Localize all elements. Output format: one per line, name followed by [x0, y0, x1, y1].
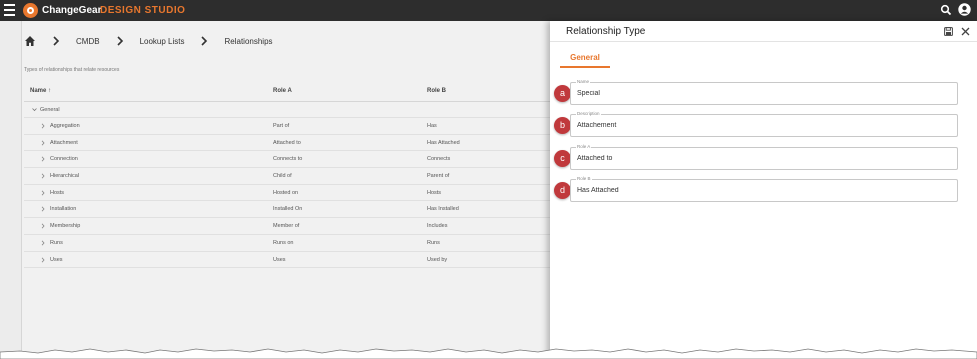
chevron-right-icon: [41, 156, 45, 162]
chevron-right-icon: [53, 36, 60, 46]
cell-role-a: Child of: [273, 173, 292, 180]
cell-role-b: Includes: [427, 223, 448, 230]
brand-name: ChangeGear: [42, 5, 102, 16]
list-description: Types of relationships that relate resou…: [24, 67, 120, 73]
chevron-right-icon: [116, 36, 123, 46]
left-gutter: [0, 21, 22, 359]
chevron-right-icon: [41, 240, 45, 246]
group-label: General: [40, 107, 60, 113]
description-label: Description: [576, 111, 601, 116]
table-row[interactable]: Aggregation Part of Has: [24, 118, 550, 135]
chevron-right-icon: [41, 257, 45, 262]
chevron-right-icon: [201, 36, 208, 46]
cell-role-a: Runs on: [273, 239, 294, 246]
cell-name: Hosts: [50, 189, 65, 196]
table-row[interactable]: Runs Runs on Runs: [24, 235, 550, 252]
cell-name: Aggregation: [50, 123, 80, 129]
annotation-badge: c: [554, 150, 571, 167]
cell-name: Runs: [50, 239, 63, 246]
name-field[interactable]: Name: [570, 79, 958, 105]
top-bar: ChangeGear DESIGN STUDIO: [0, 0, 977, 21]
cell-role-a: Installed On: [273, 206, 303, 213]
cell-role-b: Has Installed: [427, 206, 459, 213]
user-account-icon[interactable]: [958, 3, 971, 16]
role-b-field[interactable]: Role B: [570, 176, 958, 202]
description-field[interactable]: Description: [570, 111, 958, 137]
cell-name: Installation: [50, 206, 77, 213]
column-header-role-b[interactable]: Role B: [427, 88, 446, 94]
cell-role-a: Uses: [273, 256, 286, 263]
group-row[interactable]: General: [24, 102, 550, 118]
cell-name: Hierarchical: [50, 173, 80, 180]
column-header-role-a[interactable]: Role A: [273, 88, 292, 94]
description-input[interactable]: [577, 122, 947, 129]
role-b-label: Role B: [576, 176, 592, 181]
cell-role-b: Has Attached: [427, 139, 460, 146]
chevron-right-icon: [41, 140, 45, 146]
panel-divider: [550, 41, 977, 42]
cell-name: Connection: [50, 156, 78, 163]
chevron-right-icon: [41, 190, 45, 196]
cell-role-a: Connects to: [273, 156, 303, 163]
breadcrumb-lookup-lists[interactable]: Lookup Lists: [140, 37, 185, 46]
cell-role-a: Hosted on: [273, 189, 299, 196]
table-row[interactable]: Installation Installed On Has Installed: [24, 201, 550, 219]
table-header: Name ↑ Role A Role B: [24, 80, 550, 102]
table-row[interactable]: Hosts Hosted on Hosts: [24, 185, 550, 202]
chevron-right-icon: [41, 123, 45, 129]
home-icon[interactable]: [24, 35, 36, 47]
changegear-logo-icon: [23, 3, 38, 18]
table-row[interactable]: Hierarchical Child of Parent of: [24, 168, 550, 185]
relationships-list-area: CMDB Lookup Lists Relationships Types of…: [0, 21, 550, 359]
role-b-input[interactable]: [577, 187, 947, 194]
cell-role-a: Part of: [273, 123, 290, 129]
close-icon[interactable]: [961, 27, 970, 36]
tab-general[interactable]: General: [560, 52, 610, 68]
role-a-field[interactable]: Role A: [570, 144, 958, 170]
chevron-right-icon: [41, 173, 45, 179]
cell-role-a: Attached to: [273, 139, 301, 146]
save-icon[interactable]: [944, 27, 953, 36]
role-a-label: Role A: [576, 144, 592, 149]
cell-role-b: Used by: [427, 256, 448, 263]
table-row[interactable]: Uses Uses Used by: [24, 252, 550, 269]
torn-edge: [0, 348, 977, 359]
cell-name: Attachment: [50, 139, 78, 146]
annotation-badge: b: [554, 117, 571, 134]
annotation-badge: d: [554, 182, 571, 199]
breadcrumb-cmdb[interactable]: CMDB: [76, 37, 100, 46]
name-label: Name: [576, 79, 591, 84]
relationships-table: Name ↑ Role A Role B General Aggregation…: [24, 80, 550, 269]
table-row[interactable]: Membership Member of Includes: [24, 218, 550, 235]
cell-name: Membership: [50, 223, 81, 230]
cell-role-b: Hosts: [427, 189, 442, 196]
annotation-badge: a: [554, 85, 571, 102]
hamburger-menu-icon[interactable]: [4, 4, 15, 17]
cell-role-b: Parent of: [427, 173, 450, 180]
chevron-down-icon: [32, 108, 37, 112]
name-input[interactable]: [577, 90, 947, 97]
table-row[interactable]: Connection Connects to Connects: [24, 151, 550, 169]
table-row[interactable]: Attachment Attached to Has Attached: [24, 135, 550, 152]
chevron-right-icon: [41, 206, 45, 212]
relationship-type-panel: Relationship Type General a Name b Descript…: [550, 21, 977, 359]
panel-title: Relationship Type: [566, 26, 646, 37]
chevron-right-icon: [41, 223, 45, 229]
role-a-input[interactable]: [577, 155, 947, 162]
cell-role-a: Member of: [273, 223, 300, 230]
breadcrumb: CMDB Lookup Lists Relationships: [24, 33, 289, 49]
cell-role-b: Runs: [427, 239, 440, 246]
column-header-name[interactable]: Name ↑: [30, 88, 51, 94]
breadcrumb-relationships: Relationships: [224, 36, 273, 46]
search-icon[interactable]: [940, 4, 952, 16]
cell-role-b: Has: [427, 123, 437, 129]
cell-role-b: Connects: [427, 156, 451, 163]
brand-subtitle: DESIGN STUDIO: [100, 5, 186, 16]
cell-name: Uses: [50, 256, 63, 263]
